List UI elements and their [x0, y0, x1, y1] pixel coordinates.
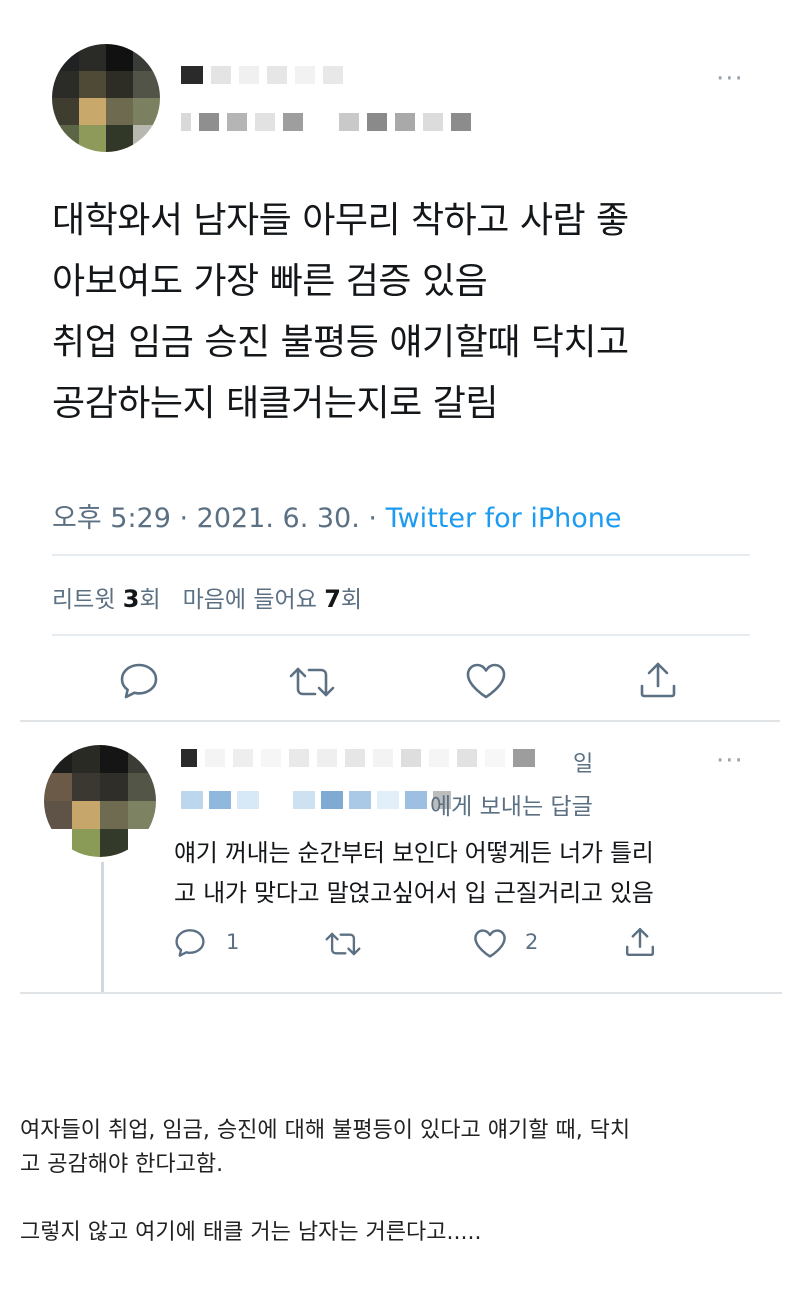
reply-date-suffix: 일	[573, 752, 594, 777]
section-divider	[20, 720, 780, 722]
likes-stat[interactable]: 마음에 들어요 7회	[182, 585, 363, 613]
main-avatar[interactable]	[52, 44, 160, 152]
tweet-line: 공감하는지 태클거는지로 갈림	[52, 383, 498, 424]
retweets-label: 리트윗	[52, 587, 116, 613]
share-icon[interactable]	[638, 660, 678, 700]
like-icon[interactable]	[465, 662, 507, 700]
caption-line: 고 공감해야 한다고함.	[20, 1152, 224, 1177]
divider	[52, 554, 750, 556]
reply-count: 1	[226, 930, 240, 954]
retweet-icon[interactable]	[288, 664, 336, 700]
tweet-body: 대학와서 남자들 아무리 착하고 사람 좋 아보여도 가장 빠른 검증 있음 취…	[52, 190, 752, 434]
source-link[interactable]: Twitter for iPhone	[386, 503, 622, 534]
like-icon[interactable]	[473, 928, 507, 959]
likes-label: 마음에 들어요	[182, 587, 317, 613]
engagement-stats: 리트윗 3회 마음에 들어요 7회	[52, 580, 362, 614]
reply-icon[interactable]	[119, 662, 159, 700]
reply-author-redacted	[181, 749, 535, 767]
tweet-line: 취업 임금 승진 불평등 얘기할때 닥치고	[52, 322, 629, 363]
timestamp: 오후 5:29 · 2021. 6. 30. ·	[52, 503, 377, 534]
thread-line	[101, 862, 104, 994]
retweet-icon[interactable]	[324, 930, 362, 958]
share-icon[interactable]	[624, 926, 656, 958]
reply-body: 얘기 꺼내는 순간부터 보인다 어떻게든 너가 틀리 고 내가 맞다고 말얹고싶…	[174, 833, 774, 913]
reply-avatar[interactable]	[44, 745, 156, 857]
reply-to-handle-redacted	[181, 791, 451, 809]
tweet-line: 아보여도 가장 빠른 검증 있음	[52, 261, 488, 302]
retweets-unit: 회	[139, 587, 161, 613]
tweet-line: 대학와서 남자들 아무리 착하고 사람 좋	[52, 200, 629, 241]
caption-line: 그렇지 않고 여기에 태클 거는 남자는 거른다고.....	[20, 1220, 482, 1245]
author-name-redacted	[181, 66, 343, 84]
likes-unit: 회	[340, 587, 363, 613]
reply-line: 고 내가 맞다고 말얹고싶어서 입 근질거리고 있음	[174, 879, 654, 907]
reply-icon[interactable]	[174, 928, 206, 958]
author-handle-redacted	[181, 113, 471, 131]
like-count: 2	[525, 930, 539, 954]
retweets-stat[interactable]: 리트윗 3회	[52, 585, 168, 613]
likes-count: 7	[324, 585, 341, 613]
more-horizontal-icon[interactable]: ···	[716, 748, 744, 774]
retweets-count: 3	[122, 585, 140, 613]
reply-line: 얘기 꺼내는 순간부터 보인다 어떻게든 너가 틀리	[174, 839, 654, 867]
more-horizontal-icon[interactable]: ···	[716, 66, 744, 92]
reply-to-label: 에게 보내는 답글	[430, 794, 593, 820]
tweet-meta: 오후 5:29 · 2021. 6. 30. · Twitter for iPh…	[52, 496, 621, 535]
section-divider	[20, 992, 782, 994]
divider	[52, 634, 750, 636]
caption-line: 여자들이 취업, 임금, 승진에 대해 불평등이 있다고 얘기할 때, 닥치	[20, 1118, 631, 1143]
caption: 여자들이 취업, 임금, 승진에 대해 불평등이 있다고 얘기할 때, 닥치 고…	[20, 1114, 785, 1250]
